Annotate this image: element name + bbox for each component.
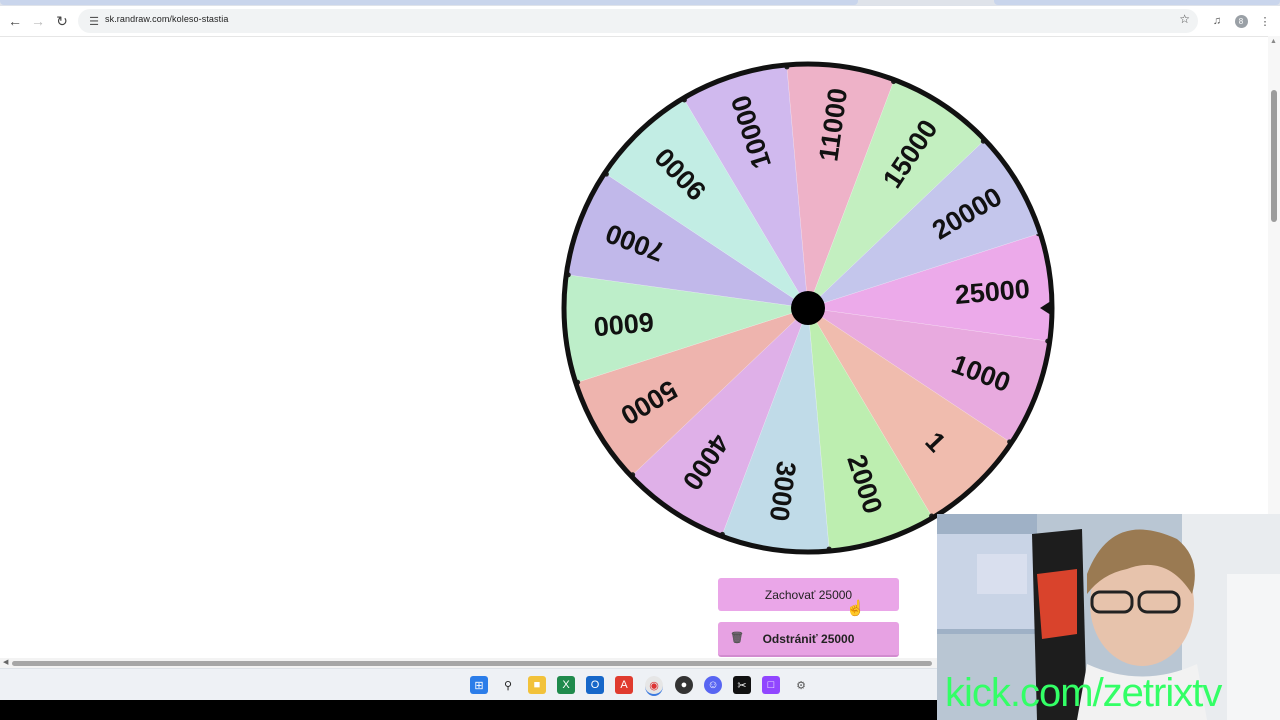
- horizontal-scrollbar[interactable]: ◀: [0, 658, 940, 668]
- chrome-icon[interactable]: ◉: [645, 676, 663, 696]
- keep-button[interactable]: Zachovať 25000: [718, 578, 899, 611]
- menu-kebab-icon[interactable]: ⋮: [1256, 12, 1274, 30]
- wheel-svg[interactable]: 2500010001200030004000500060007000900010…: [556, 56, 1060, 560]
- trash-icon: 🗑: [730, 632, 744, 644]
- wheel-hub[interactable]: [791, 291, 825, 325]
- capcut-icon[interactable]: ✂: [733, 676, 751, 694]
- tab-highlight: [994, 0, 1280, 5]
- url-text[interactable]: sk.randraw.com/koleso-stastia: [105, 14, 228, 24]
- back-icon[interactable]: ←: [4, 10, 26, 32]
- windows-taskbar: ⊞ ⚲ ■ X O A ◉ ● ☺ ✂ □ ⚙: [0, 668, 940, 701]
- wheel-segment-label: 6000: [592, 307, 654, 342]
- discord-icon[interactable]: ☺: [704, 676, 722, 694]
- excel-icon[interactable]: X: [557, 676, 575, 694]
- twitch-icon[interactable]: □: [762, 676, 780, 694]
- start-icon[interactable]: ⊞: [470, 676, 488, 694]
- acrobat-icon[interactable]: A: [615, 676, 633, 694]
- keep-button-label: Zachovať 25000: [764, 587, 853, 602]
- remove-button[interactable]: 🗑 Odstrániť 25000: [718, 622, 899, 657]
- app-icon[interactable]: ●: [675, 676, 693, 694]
- wheel-of-fortune[interactable]: 25000 1000 1 2000 3000 4000 5000 6000 7000 9000 10…: [556, 56, 1060, 560]
- file-explorer-icon[interactable]: ■: [528, 676, 546, 694]
- browser-toolbar: ← → ↻ ☰ sk.randraw.com/koleso-stastia ☆ …: [0, 6, 1280, 37]
- bookmark-star-icon[interactable]: ☆: [1179, 12, 1190, 26]
- forward-icon[interactable]: →: [27, 10, 49, 32]
- channel-overlay-text: kick.com/zetrixtv: [945, 671, 1222, 715]
- outlook-icon[interactable]: O: [586, 676, 604, 694]
- media-controls-icon[interactable]: ♫: [1208, 12, 1226, 30]
- search-icon[interactable]: ⚲: [499, 676, 517, 694]
- settings-icon[interactable]: ⚙: [792, 676, 810, 694]
- vertical-scroll-thumb[interactable]: [1271, 90, 1277, 222]
- reload-icon[interactable]: ↻: [51, 10, 73, 32]
- active-tab-highlight: [0, 0, 858, 5]
- address-bar[interactable]: ☰ sk.randraw.com/koleso-stastia ☆: [78, 9, 1198, 33]
- remove-button-label: Odstrániť 25000: [762, 631, 855, 646]
- scroll-left-icon[interactable]: ◀: [3, 658, 8, 666]
- site-info-icon[interactable]: ☰: [86, 13, 102, 29]
- hand-cursor-icon: ☝: [846, 600, 865, 617]
- profile-avatar[interactable]: 8: [1232, 12, 1250, 30]
- avatar: 8: [1234, 14, 1248, 28]
- scroll-up-icon[interactable]: ▲: [1270, 38, 1277, 45]
- horizontal-scroll-thumb[interactable]: [12, 661, 932, 666]
